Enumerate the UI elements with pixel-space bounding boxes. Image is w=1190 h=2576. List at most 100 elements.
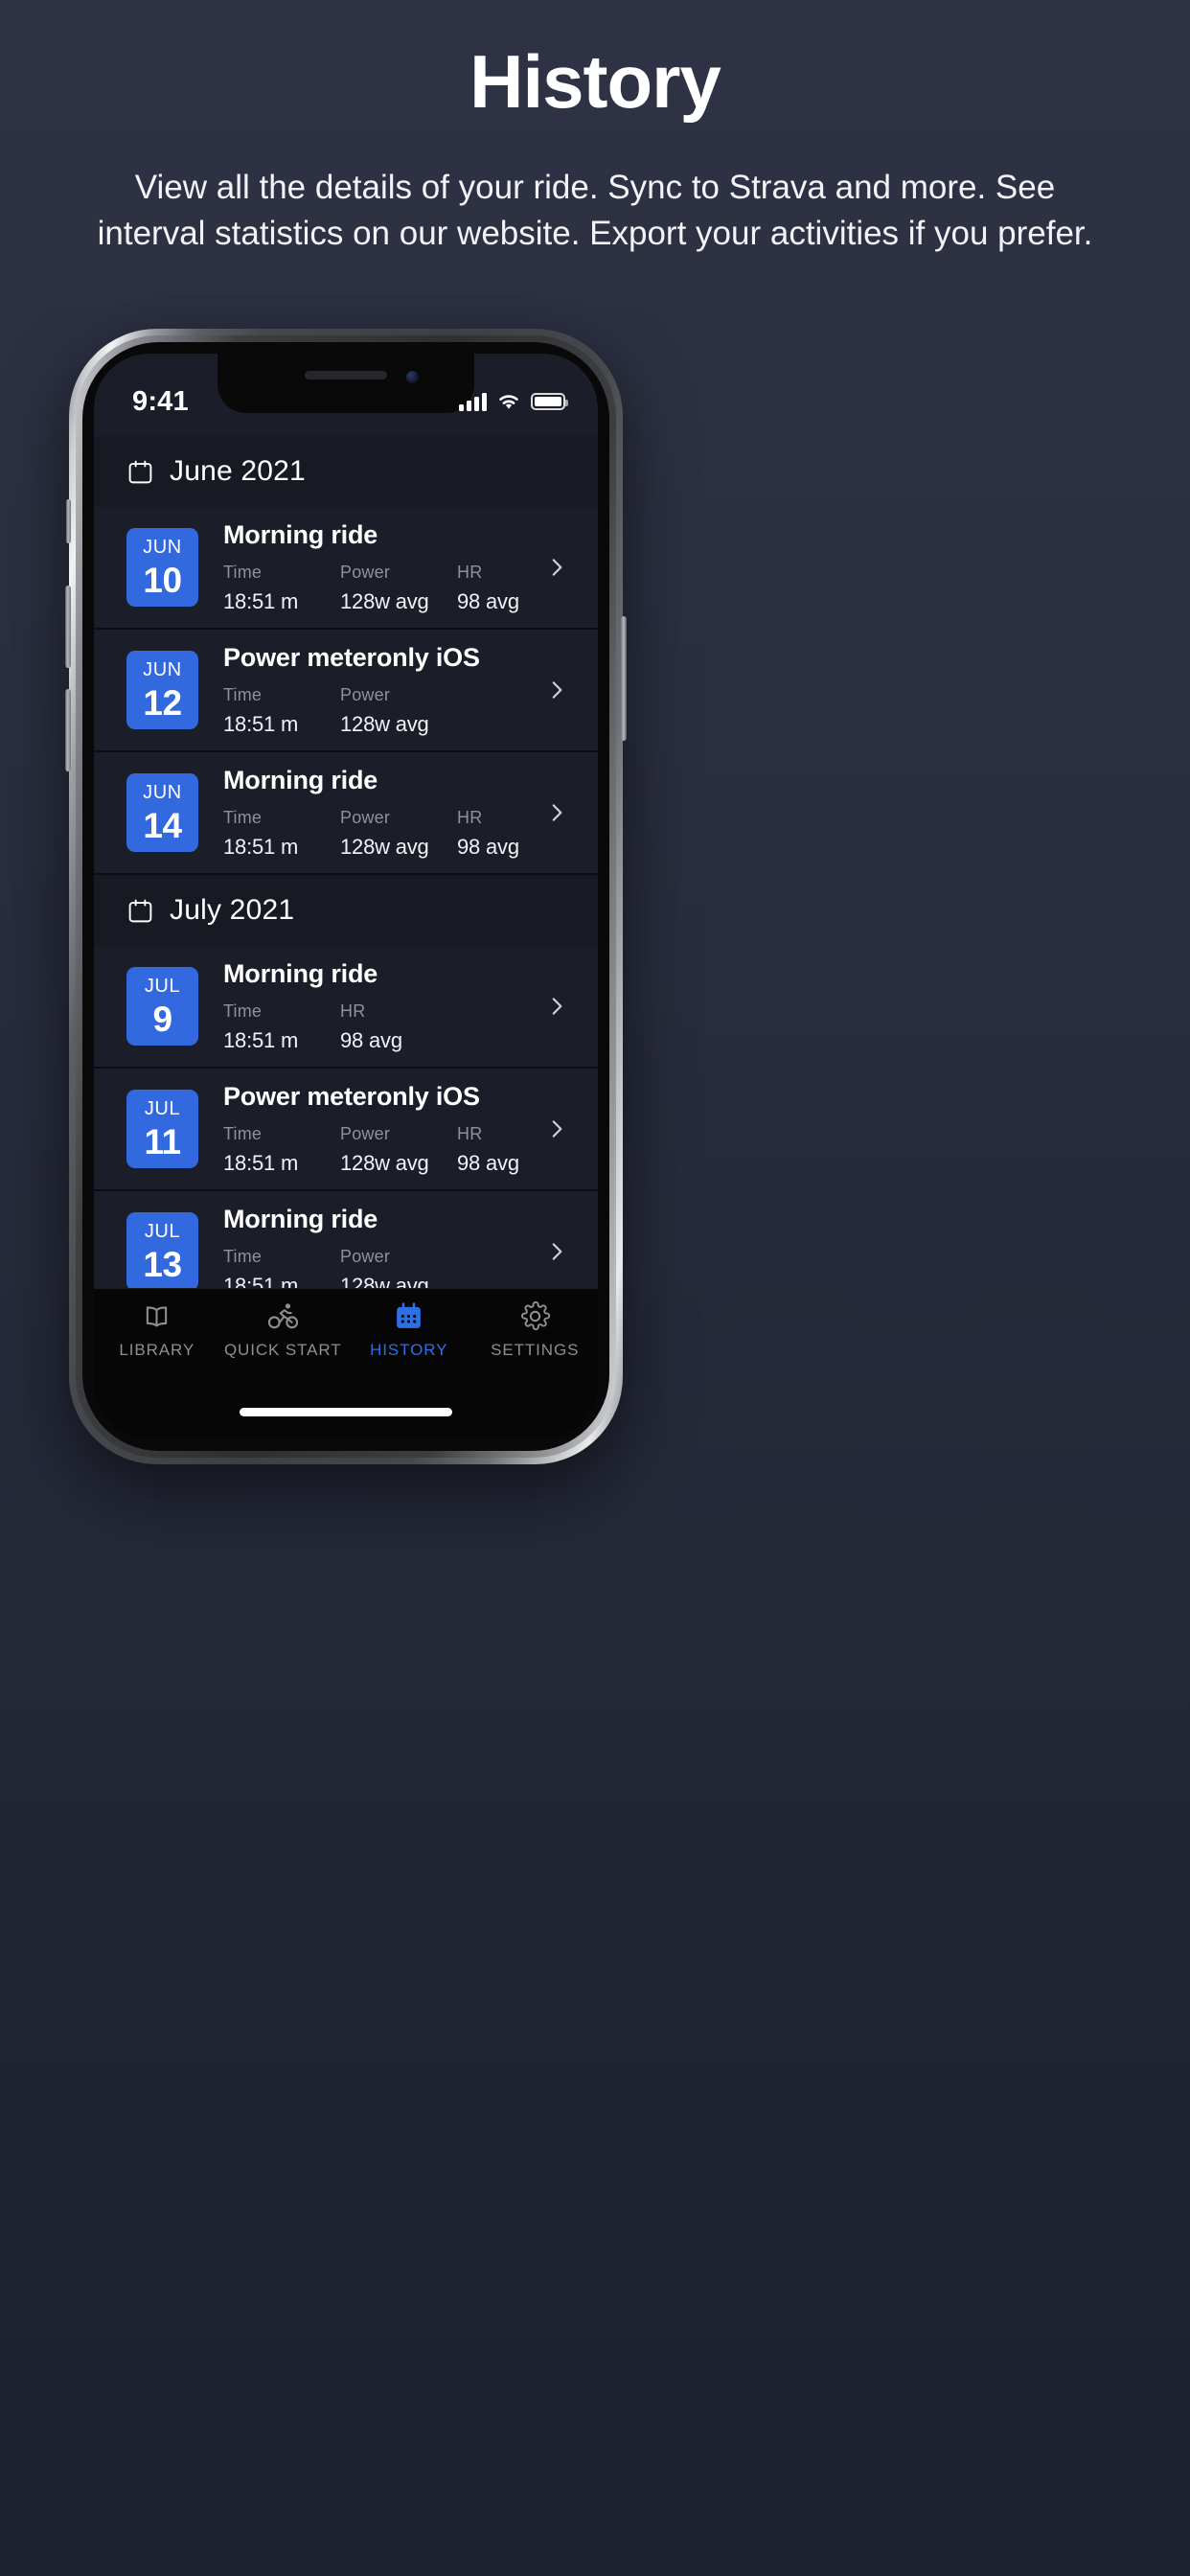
cyclist-icon xyxy=(267,1303,298,1329)
gear-icon xyxy=(520,1300,550,1331)
stat-label: Power xyxy=(340,563,391,582)
date-badge-month: JUL xyxy=(144,1097,181,1119)
ride-row[interactable]: JUN 14 Morning ride Time 18:51 m Power 128w av… xyxy=(94,752,598,875)
tab-label: HISTORY xyxy=(370,1341,448,1359)
page-title: History xyxy=(469,39,721,124)
ride-body: Power meteronly iOS Time 18:51 m Power 128w … xyxy=(198,643,544,737)
stat-value: 18:51 m xyxy=(223,1274,299,1288)
tab-label: SETTINGS xyxy=(491,1341,580,1359)
calendar-icon xyxy=(397,1302,422,1328)
date-badge-month: JUL xyxy=(144,1220,181,1242)
stat-value: 18:51 m xyxy=(223,712,299,736)
date-badge-month: JUL xyxy=(144,975,181,997)
stat-label: Power xyxy=(340,685,391,704)
tab-label: QUICK START xyxy=(223,1341,342,1359)
chevron-right-icon[interactable] xyxy=(544,1116,569,1141)
date-badge: JUN 12 xyxy=(126,651,198,729)
stat-value: 18:51 m xyxy=(223,835,299,859)
stat-time: Time 18:51 m xyxy=(223,1001,340,1053)
mute-switch[interactable] xyxy=(66,499,71,543)
history-list[interactable]: June 2021 JUN 10 Morning ride Time 18:51 m Pow… xyxy=(94,436,598,1288)
date-badge: JUN 14 xyxy=(126,773,198,852)
date-badge-month: JUN xyxy=(143,781,182,803)
ride-stats: Time 18:51 m Power 128w avg HR 98 avg xyxy=(223,808,544,860)
wifi-icon xyxy=(499,394,518,409)
date-badge: JUN 10 xyxy=(126,528,198,607)
ride-row[interactable]: JUL 13 Morning ride Time 18:51 m Power 128w av… xyxy=(94,1191,598,1288)
ride-row[interactable]: JUN 10 Morning ride Time 18:51 m Power 128w av… xyxy=(94,507,598,630)
front-camera-icon xyxy=(406,371,419,383)
stat-label: Power xyxy=(340,1247,391,1266)
date-badge-day: 14 xyxy=(143,805,182,845)
date-badge-day: 11 xyxy=(144,1121,181,1162)
stat-value: 98 avg xyxy=(457,835,519,859)
chevron-right-icon[interactable] xyxy=(544,994,569,1019)
chevron-right-icon[interactable] xyxy=(544,678,569,702)
stat-label: HR xyxy=(340,1001,366,1021)
stat-time: Time 18:51 m xyxy=(223,563,340,614)
tab-quick-start[interactable]: QUICK START xyxy=(220,1300,347,1360)
date-badge: JUL 11 xyxy=(126,1090,198,1168)
stat-time: Time 18:51 m xyxy=(223,685,340,737)
date-badge-month: JUN xyxy=(143,658,182,680)
status-bar: 9:41 xyxy=(94,354,598,436)
phone-mockup: 9:41 June 2021 JUN 10 Morning ride Time 18:51… xyxy=(65,329,627,1464)
battery-icon xyxy=(531,393,568,410)
power-button[interactable] xyxy=(621,616,627,741)
ride-body: Morning ride Time 18:51 m Power 128w avg HR 98… xyxy=(198,766,544,860)
stat-value: 128w avg xyxy=(340,1274,429,1288)
stat-value: 18:51 m xyxy=(223,589,299,613)
phone-screen: 9:41 June 2021 JUN 10 Morning ride Time 18:51… xyxy=(94,354,598,1439)
ride-stats: Time 18:51 m Power 128w avg HR 98 avg xyxy=(223,563,544,614)
stat-label: Power xyxy=(340,808,391,827)
ride-title: Morning ride xyxy=(223,959,378,988)
tab-label: LIBRARY xyxy=(119,1341,195,1359)
status-time: 9:41 xyxy=(132,385,189,417)
book-icon xyxy=(147,1306,168,1327)
tab-bar[interactable]: LIBRARY QUICK START HISTORY SETTINGS xyxy=(94,1288,598,1384)
notch xyxy=(217,354,474,413)
stat-value: 128w avg xyxy=(340,712,429,736)
stat-power: Power 128w avg xyxy=(340,808,457,860)
tab-library[interactable]: LIBRARY xyxy=(94,1300,220,1360)
tab-settings[interactable]: SETTINGS xyxy=(472,1300,599,1360)
date-badge: JUL 13 xyxy=(126,1212,198,1288)
stat-value: 128w avg xyxy=(340,1151,429,1175)
date-badge-day: 9 xyxy=(152,999,172,1039)
stat-value: 98 avg xyxy=(457,1151,519,1175)
ride-row[interactable]: JUL 9 Morning ride Time 18:51 m HR 98 avg xyxy=(94,946,598,1069)
ride-row[interactable]: JUL 11 Power meteronly iOS Time 18:51 m Power… xyxy=(94,1069,598,1191)
ride-stats: Time 18:51 m Power 128w avg HR 98 avg xyxy=(223,1124,544,1176)
ride-body: Morning ride Time 18:51 m HR 98 avg xyxy=(198,959,544,1053)
ride-stats: Time 18:51 m Power 128w avg xyxy=(223,685,544,737)
hero-section: History View all the details of your rid… xyxy=(0,0,1190,258)
ride-title: Power meteronly iOS xyxy=(223,1082,480,1111)
chevron-right-icon[interactable] xyxy=(544,555,569,580)
month-header: July 2021 xyxy=(94,875,598,946)
cellular-bars-icon xyxy=(459,392,487,411)
volume-up-button[interactable] xyxy=(65,586,71,668)
stat-label: Time xyxy=(223,685,263,704)
ride-stats: Time 18:51 m HR 98 avg xyxy=(223,1001,544,1053)
tab-history[interactable]: HISTORY xyxy=(346,1300,472,1360)
volume-down-button[interactable] xyxy=(65,689,71,771)
stat-value: 128w avg xyxy=(340,835,429,859)
stat-value: 98 avg xyxy=(457,589,519,613)
ride-title: Morning ride xyxy=(223,766,378,794)
ride-title: Morning ride xyxy=(223,1205,378,1233)
stat-power: Power 128w avg xyxy=(340,685,457,737)
stat-label: Time xyxy=(223,1001,263,1021)
date-badge: JUL 9 xyxy=(126,967,198,1046)
stat-value: 18:51 m xyxy=(223,1028,299,1052)
chevron-right-icon[interactable] xyxy=(544,1239,569,1264)
ride-body: Morning ride Time 18:51 m Power 128w avg xyxy=(198,1205,544,1288)
stat-power: Power 128w avg xyxy=(340,1247,457,1288)
stat-value: 98 avg xyxy=(340,1028,402,1052)
chevron-right-icon[interactable] xyxy=(544,800,569,825)
stat-label: Time xyxy=(223,808,263,827)
stat-hr: HR 98 avg xyxy=(340,1001,457,1053)
ride-row[interactable]: JUN 12 Power meteronly iOS Time 18:51 m Power… xyxy=(94,630,598,752)
status-indicators xyxy=(459,392,568,411)
date-badge-day: 10 xyxy=(143,560,182,600)
home-indicator[interactable] xyxy=(240,1407,452,1416)
